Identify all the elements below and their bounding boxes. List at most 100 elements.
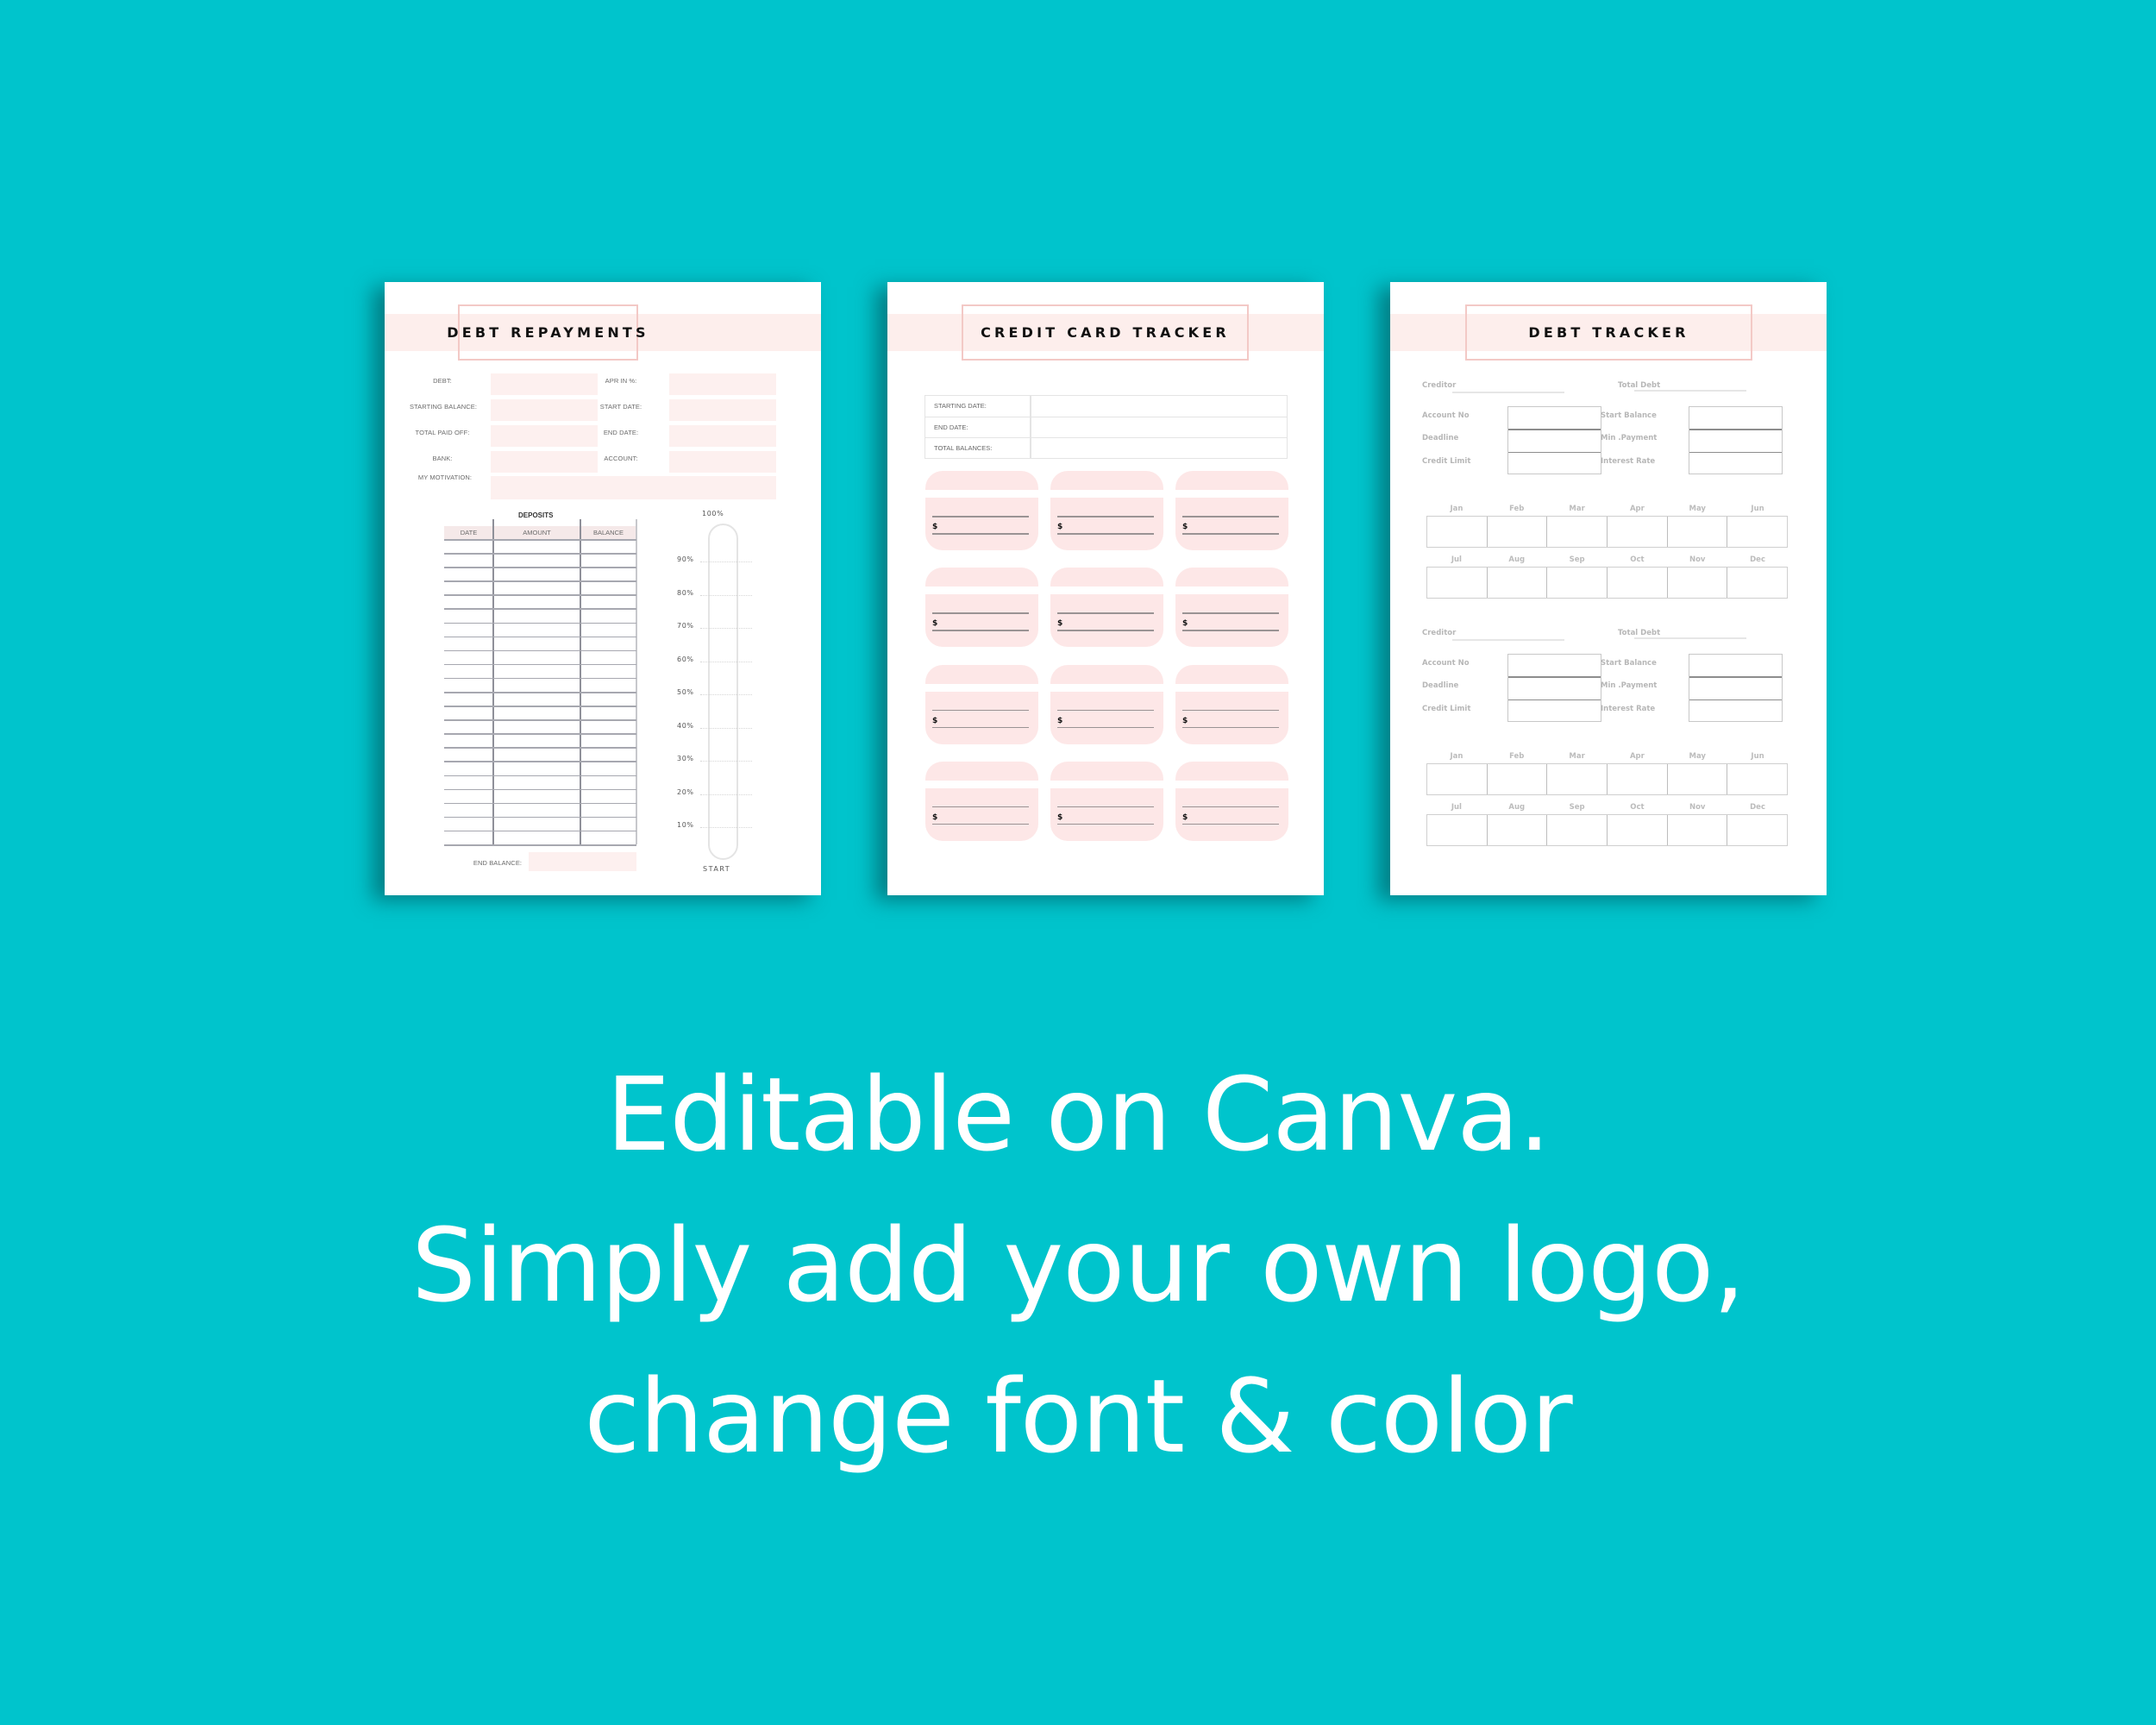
card-name-area[interactable]	[925, 471, 1038, 490]
month-cell[interactable]	[1427, 517, 1488, 547]
creditor-input-line[interactable]	[1452, 392, 1564, 393]
credit-card-entry[interactable]: $	[925, 761, 1038, 841]
card-name-area[interactable]	[1175, 664, 1288, 684]
card-amount-line[interactable]	[1057, 823, 1154, 825]
summary-row[interactable]: END DATE:	[925, 417, 1287, 438]
month-cell[interactable]	[1427, 764, 1488, 794]
card-name-area[interactable]	[925, 761, 1038, 781]
month-cell[interactable]	[1488, 568, 1548, 598]
card-name-line[interactable]	[1057, 612, 1154, 614]
credit-card-entry[interactable]: $	[1050, 471, 1163, 550]
card-body	[1050, 691, 1163, 744]
credit-card-entry[interactable]: $	[1175, 664, 1288, 744]
card-name-line[interactable]	[1182, 612, 1279, 614]
dollar-sign-icon: $	[932, 523, 938, 531]
card-amount-line[interactable]	[932, 533, 1029, 535]
month-cell[interactable]	[1668, 568, 1728, 598]
motivation-field[interactable]	[491, 476, 776, 499]
card-name-line[interactable]	[1182, 516, 1279, 518]
month-cell[interactable]	[1488, 764, 1548, 794]
card-amount-line[interactable]	[1182, 630, 1279, 631]
total-debt-label: Total Debt	[1618, 381, 1661, 390]
card-body	[1050, 787, 1163, 841]
card-name-line[interactable]	[1057, 516, 1154, 518]
card-amount-line[interactable]	[1182, 726, 1279, 729]
card-amount-line[interactable]	[1057, 726, 1154, 729]
creditor-input-line[interactable]	[1452, 639, 1564, 641]
month-cell[interactable]	[1727, 815, 1787, 845]
credit-card-entry[interactable]: $	[925, 471, 1038, 550]
month-cell[interactable]	[1427, 815, 1488, 845]
card-name-area[interactable]	[1175, 761, 1288, 781]
card-amount-line[interactable]	[932, 726, 1029, 729]
end-balance-field[interactable]	[529, 852, 636, 871]
account-field[interactable]	[669, 451, 776, 473]
month-cell[interactable]	[1608, 764, 1668, 794]
card-name-area[interactable]	[1175, 471, 1288, 490]
card-name-area[interactable]	[1175, 568, 1288, 587]
card-amount-line[interactable]	[1182, 533, 1279, 535]
page-title: CREDIT CARD TRACKER	[981, 324, 1230, 341]
month-cell[interactable]	[1547, 815, 1608, 845]
card-amount-line[interactable]	[1057, 630, 1154, 631]
card-name-line[interactable]	[932, 516, 1029, 518]
left-fields-box[interactable]	[1507, 654, 1601, 722]
card-name-area[interactable]	[1050, 664, 1163, 684]
month-cell[interactable]	[1547, 517, 1608, 547]
card-amount-line[interactable]	[1182, 823, 1279, 825]
table-row-line	[444, 706, 636, 707]
right-fields-box[interactable]	[1689, 406, 1783, 474]
card-name-line[interactable]	[1057, 709, 1154, 712]
summary-row[interactable]: STARTING DATE:	[925, 396, 1287, 417]
card-name-line[interactable]	[1182, 709, 1279, 712]
card-name-area[interactable]	[925, 664, 1038, 684]
month-cell[interactable]	[1668, 517, 1728, 547]
card-name-line[interactable]	[932, 806, 1029, 808]
month-cell[interactable]	[1668, 764, 1728, 794]
card-amount-line[interactable]	[1057, 533, 1154, 535]
month-label: Jul	[1451, 555, 1462, 564]
title-box: DEBT REPAYMENTS	[447, 304, 646, 361]
month-cell[interactable]	[1547, 764, 1608, 794]
apr-field[interactable]	[669, 373, 776, 395]
credit-card-entry[interactable]: $	[1050, 568, 1163, 648]
month-cell[interactable]	[1488, 517, 1548, 547]
end-date-field[interactable]	[669, 425, 776, 447]
month-cell[interactable]	[1608, 517, 1668, 547]
card-name-line[interactable]	[932, 709, 1029, 712]
month-cell[interactable]	[1668, 815, 1728, 845]
card-amount-line[interactable]	[932, 823, 1029, 825]
card-amount-line[interactable]	[932, 630, 1029, 631]
card-name-line[interactable]	[932, 612, 1029, 614]
credit-card-entry[interactable]: $	[1050, 664, 1163, 744]
card-name-area[interactable]	[1050, 471, 1163, 490]
total-debt-input-line[interactable]	[1634, 637, 1746, 639]
credit-card-entry[interactable]: $	[925, 664, 1038, 744]
total-debt-input-line[interactable]	[1634, 390, 1746, 392]
month-cell[interactable]	[1727, 568, 1787, 598]
credit-card-entry[interactable]: $	[925, 568, 1038, 648]
left-fields-box[interactable]	[1507, 406, 1601, 474]
month-cell[interactable]	[1427, 568, 1488, 598]
card-name-area[interactable]	[1050, 568, 1163, 587]
credit-card-entry[interactable]: $	[1175, 761, 1288, 841]
card-name-line[interactable]	[1057, 806, 1154, 808]
month-cell[interactable]	[1727, 517, 1787, 547]
right-fields-box[interactable]	[1689, 654, 1783, 722]
card-name-area[interactable]	[1050, 761, 1163, 781]
month-cell[interactable]	[1488, 815, 1548, 845]
credit-card-entry[interactable]: $	[1175, 471, 1288, 550]
credit-card-entry[interactable]: $	[1050, 761, 1163, 841]
start-date-field[interactable]	[669, 399, 776, 421]
summary-row[interactable]: TOTAL BALANCES:	[925, 438, 1287, 460]
month-cell[interactable]	[1547, 568, 1608, 598]
month-cell[interactable]	[1727, 764, 1787, 794]
credit-card-entry[interactable]: $	[1175, 568, 1288, 648]
month-cell[interactable]	[1608, 815, 1668, 845]
card-name-line[interactable]	[1182, 806, 1279, 808]
card-name-area[interactable]	[925, 568, 1038, 587]
progress-tick-label: 60%	[677, 655, 694, 663]
table-row-line	[444, 761, 636, 762]
progress-tick-line	[700, 628, 752, 629]
month-cell[interactable]	[1608, 568, 1668, 598]
